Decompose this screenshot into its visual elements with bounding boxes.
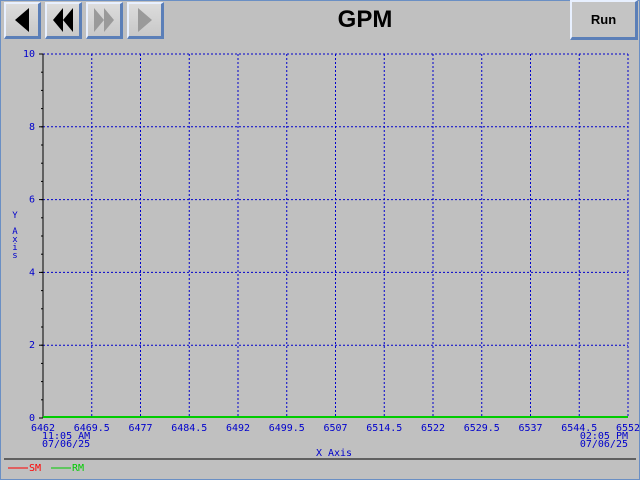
y-axis-label-char: s <box>12 251 17 261</box>
x-tick-label: 6537 <box>518 423 542 434</box>
x-tick-label: 6507 <box>323 423 347 434</box>
y-tick-label: 4 <box>29 267 35 278</box>
x-tick-label: 6484.5 <box>171 423 207 434</box>
y-tick-label: 10 <box>23 49 35 60</box>
x-tick-label: 6522 <box>421 423 445 434</box>
legend-label-rm: RM <box>72 463 84 474</box>
x-tick-label: 6477 <box>128 423 152 434</box>
x-axis-label: X Axis <box>316 448 352 459</box>
x-tick-label: 6514.5 <box>366 423 402 434</box>
x-end-date: 07/06/25 <box>580 439 628 450</box>
trend-chart: 6462 6469.5 6477 6484.5 6492 6499.5 6507 6514.5… <box>4 49 640 474</box>
x-start-date: 07/06/25 <box>42 439 90 450</box>
y-tick-label: 0 <box>29 413 35 424</box>
y-axis-label-char: Y <box>12 211 18 221</box>
x-tick-label: 6492 <box>226 423 250 434</box>
legend-label-sm: SM <box>29 463 41 474</box>
y-tick-label: 8 <box>29 122 35 133</box>
x-tick-label: 6499.5 <box>269 423 305 434</box>
y-tick-label: 6 <box>29 195 35 206</box>
x-tick-label: 6529.5 <box>464 423 500 434</box>
y-tick-label: 2 <box>29 340 35 351</box>
